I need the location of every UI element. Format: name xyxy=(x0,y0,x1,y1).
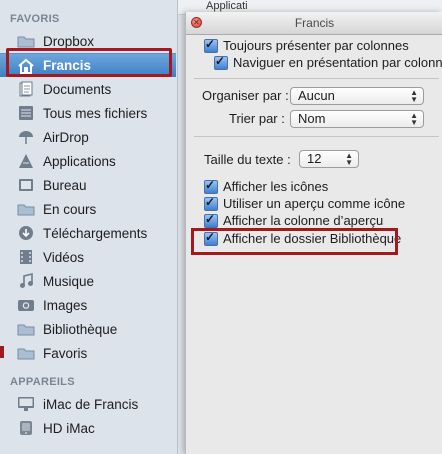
sidebar-item-label: Musique xyxy=(43,273,95,289)
documents-icon xyxy=(16,80,36,98)
favorites-section-title: FAVORIS xyxy=(10,13,60,25)
sidebar-item-label: Applications xyxy=(43,153,116,169)
always-columns-checkbox[interactable]: Toujours présenter par colonnes xyxy=(204,37,409,53)
icon-preview-checkbox[interactable]: Utiliser un aperçu comme icône xyxy=(204,195,406,211)
sidebar-item-label: En cours xyxy=(43,201,97,217)
applications-icon xyxy=(16,152,36,170)
sidebar-item-hd-imac[interactable]: HD iMac xyxy=(0,416,176,440)
all-files-icon xyxy=(16,104,36,122)
sort-value: Nom xyxy=(298,111,326,126)
red-edge-mark xyxy=(0,346,4,358)
sidebar-item-label: AirDrop xyxy=(43,129,89,145)
sidebar-item-applications[interactable]: Applications xyxy=(0,149,176,173)
show-icons-checkbox[interactable]: Afficher les icônes xyxy=(204,178,329,194)
sidebar-item-bureau[interactable]: Bureau xyxy=(0,173,176,197)
arrange-value: Aucun xyxy=(298,88,335,103)
sidebar-item-videos[interactable]: Vidéos xyxy=(0,245,176,269)
sidebar-item-label: Favoris xyxy=(43,345,88,361)
imac-icon xyxy=(16,395,36,413)
sidebar-item-favoris[interactable]: Favoris xyxy=(0,341,176,365)
checkbox-label: Utiliser un aperçu comme icône xyxy=(223,196,406,211)
sidebar-item-documents[interactable]: Documents xyxy=(0,77,176,101)
updown-arrows-icon: ▲ ▼ xyxy=(410,111,418,127)
checkbox-checked-icon xyxy=(214,54,228,70)
devices-section-title: APPAREILS xyxy=(10,376,75,388)
francis-highlight-annotation xyxy=(6,48,172,77)
airdrop-icon xyxy=(16,128,36,146)
sidebar-item-label: Vidéos xyxy=(43,249,85,265)
sidebar-item-label: Téléchargements xyxy=(43,225,148,241)
updown-arrows-icon: ▲ ▼ xyxy=(345,151,353,167)
sidebar-item-label: Images xyxy=(43,297,88,313)
folder-icon xyxy=(16,320,36,338)
panel-titlebar: ✕ Francis xyxy=(186,12,442,35)
sidebar-item-label: Bibliothèque xyxy=(43,321,118,337)
updown-arrows-icon: ▲ ▼ xyxy=(410,88,418,104)
sort-select[interactable]: Nom ▲ ▼ xyxy=(290,110,424,128)
hard-drive-icon xyxy=(16,419,36,437)
movies-icon xyxy=(16,248,36,266)
checkbox-label: Toujours présenter par colonnes xyxy=(223,38,409,53)
downloads-icon xyxy=(16,224,36,242)
sidebar-item-label: HD iMac xyxy=(43,420,95,436)
folder-icon xyxy=(16,200,36,218)
sidebar-item-imac[interactable]: iMac de Francis xyxy=(0,392,176,416)
sidebar-item-bibliotheque[interactable]: Bibliothèque xyxy=(0,317,176,341)
panel-title: Francis xyxy=(294,16,335,30)
checkbox-label: Afficher les icônes xyxy=(223,179,329,194)
sidebar-item-en-cours[interactable]: En cours xyxy=(0,197,176,221)
music-icon xyxy=(16,272,36,290)
sidebar-item-images[interactable]: Images xyxy=(0,293,176,317)
sidebar: FAVORIS Dropbox Francis Documents Tous m… xyxy=(0,0,178,454)
preview-column-checkbox[interactable]: Afficher la colonne d’aperçu xyxy=(204,212,384,228)
checkbox-checked-icon xyxy=(204,37,218,53)
text-size-select[interactable]: 12 ▲ ▼ xyxy=(299,150,359,168)
folder-icon xyxy=(16,344,36,362)
sidebar-item-all-files[interactable]: Tous mes fichiers xyxy=(0,101,176,125)
sidebar-item-label: iMac de Francis xyxy=(43,396,139,412)
arrange-label: Organiser par : xyxy=(202,88,289,103)
library-highlight-annotation xyxy=(191,228,398,255)
text-size-value: 12 xyxy=(307,151,322,166)
sidebar-item-musique[interactable]: Musique xyxy=(0,269,176,293)
desktop-icon xyxy=(16,176,36,194)
sidebar-item-label: Bureau xyxy=(43,177,87,193)
browse-columns-checkbox[interactable]: Naviguer en présentation par colonnes xyxy=(214,54,442,70)
sidebar-item-label: Tous mes fichiers xyxy=(43,105,148,121)
sidebar-item-label: Dropbox xyxy=(43,33,95,49)
separator xyxy=(194,78,439,79)
checkbox-label: Naviguer en présentation par colonnes xyxy=(233,55,442,70)
checkbox-label: Afficher la colonne d’aperçu xyxy=(223,213,384,228)
view-options-panel: ✕ Francis Toujours présenter par colonne… xyxy=(185,12,442,454)
sort-label: Trier par : xyxy=(229,111,285,126)
separator xyxy=(194,136,439,137)
text-size-label: Taille du texte : xyxy=(204,152,291,167)
checkbox-checked-icon xyxy=(204,178,218,194)
background-tab-text: Applicati xyxy=(206,0,248,12)
sidebar-item-telechargements[interactable]: Téléchargements xyxy=(0,221,176,245)
sidebar-item-label: Documents xyxy=(43,81,112,97)
arrange-select[interactable]: Aucun ▲ ▼ xyxy=(290,87,424,105)
checkbox-checked-icon xyxy=(204,195,218,211)
pictures-icon xyxy=(16,296,36,314)
sidebar-item-airdrop[interactable]: AirDrop xyxy=(0,125,176,149)
checkbox-checked-icon xyxy=(204,212,218,228)
